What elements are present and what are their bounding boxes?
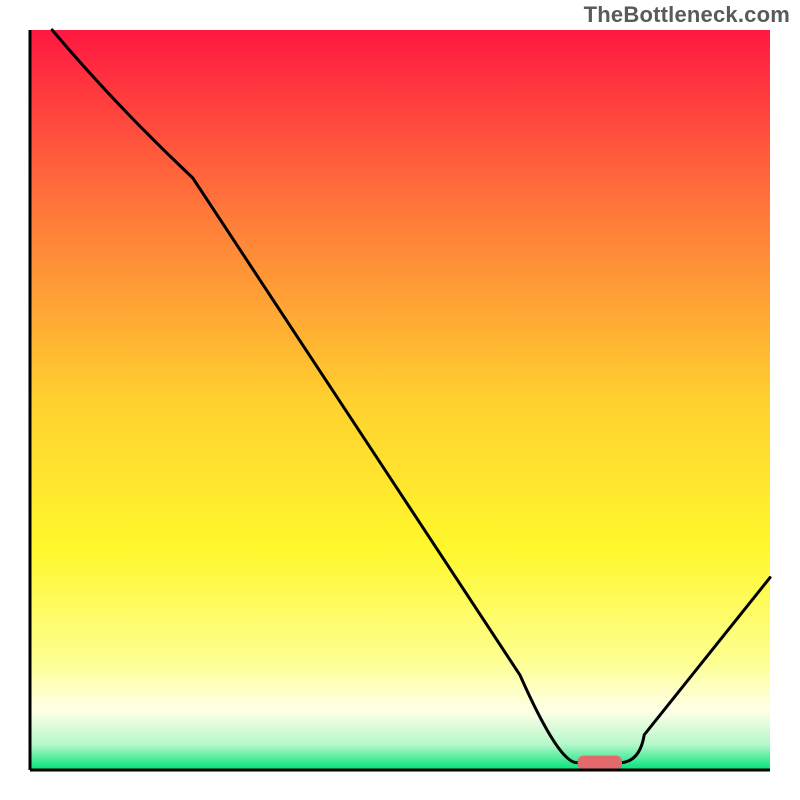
bottleneck-chart (0, 0, 800, 800)
chart-container: TheBottleneck.com (0, 0, 800, 800)
optimal-marker (578, 756, 622, 770)
plot-background (30, 30, 770, 770)
